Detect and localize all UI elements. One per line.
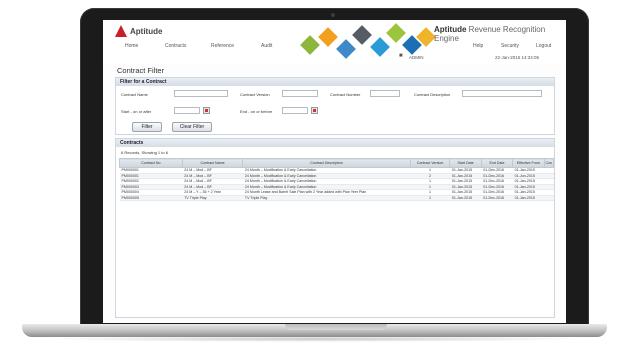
column-header[interactable]: Contract Name (181, 158, 244, 168)
page-title: Contract Filter (117, 66, 165, 75)
contracts-table: Contract No Contract Name Contract Descr… (119, 158, 554, 201)
table-cell: 01-Jan-2015 (512, 195, 544, 201)
start-calendar-icon[interactable] (203, 107, 210, 114)
user-bar: ■ ADMIN 22-Jan-2015 14:34:05 (103, 53, 566, 63)
app-header: Aptitude Aptitude Revenue Recognition En… (103, 20, 566, 64)
contract-version-label: Contract Version (240, 92, 270, 97)
user-icon: ■ (399, 53, 403, 59)
start-date-label: Start - on or after (121, 109, 152, 114)
nav-security[interactable]: Security (501, 43, 519, 49)
column-header[interactable]: Effective From (512, 158, 545, 168)
product-brand: Aptitude (434, 25, 467, 34)
logo[interactable]: Aptitude (115, 24, 162, 38)
column-header[interactable]: Contract Description (242, 158, 411, 168)
nav-audit[interactable]: Audit (261, 43, 272, 49)
table-row[interactable]: PM000004 24 M – Y – 36 + 2 Year 24 Month L… (119, 189, 554, 196)
records-count: 6 Records, Showing 1 to 6 (121, 150, 168, 155)
contract-version-input[interactable] (282, 90, 318, 97)
filter-panel: Filter for a Contract Contract Name Cont… (115, 77, 555, 135)
end-date-input[interactable] (282, 107, 308, 114)
contracts-panel-title: Contracts (116, 139, 554, 147)
aptitude-logo-icon (115, 25, 127, 37)
column-header[interactable]: Con (543, 158, 554, 168)
contract-number-label: Contract Number (330, 92, 361, 97)
table-cell: 1 (410, 195, 450, 201)
laptop-mockup: Aptitude Aptitude Revenue Recognition En… (0, 0, 627, 350)
contract-name-input[interactable] (174, 90, 228, 97)
table-row[interactable]: PM000005 TV Triple Play TV Triple Play 1 01-… (119, 195, 554, 201)
logo-text: Aptitude (130, 26, 163, 36)
column-header[interactable]: Contract No (119, 158, 183, 168)
table-cell: 01-Jan-2015 (449, 195, 482, 201)
cube-icon (386, 23, 406, 43)
table-cell (544, 195, 554, 201)
nav-help[interactable]: Help (473, 43, 483, 49)
filter-button[interactable]: Filter (132, 122, 162, 132)
contract-number-input[interactable] (370, 90, 400, 97)
table-header-row: Contract No Contract Name Contract Descr… (119, 158, 554, 168)
start-date-input[interactable] (174, 107, 200, 114)
table-body: PM000001 24 M – Mod – BF 24 Month – Modifi… (119, 167, 554, 201)
nav-reference[interactable]: Reference (211, 43, 234, 49)
contracts-panel: Contracts 6 Records, Showing 1 to 6 Cont… (115, 138, 555, 318)
end-calendar-icon[interactable] (311, 107, 318, 114)
contract-description-input[interactable] (462, 90, 542, 97)
contract-description-label: Contract Description (414, 92, 451, 97)
laptop-notch (285, 324, 387, 330)
camera-icon (331, 13, 335, 17)
end-date-label: End - on or before (240, 109, 273, 114)
clear-filter-button[interactable]: Clear Filter (172, 122, 212, 132)
column-header[interactable]: Contract Version (409, 158, 451, 168)
user-name: ADMIN (409, 55, 424, 60)
table-cell: TV Triple Play (242, 195, 411, 201)
nav-home[interactable]: Home (125, 43, 138, 49)
table-cell: 01-Dec-2016 (481, 195, 513, 201)
filter-panel-title: Filter for a Contract (116, 78, 554, 86)
column-header[interactable]: End Date (480, 158, 514, 168)
table-cell: PM000005 (119, 195, 183, 201)
screen: Aptitude Aptitude Revenue Recognition En… (103, 20, 566, 323)
column-header[interactable]: Start Date (449, 158, 482, 168)
nav-logout[interactable]: Logout (536, 43, 551, 49)
main-nav: Home Contracts Reference Audit Help Secu… (103, 41, 566, 52)
session-datetime: 22-Jan-2015 14:34:05 (495, 55, 540, 60)
nav-contracts[interactable]: Contracts (165, 43, 186, 49)
contract-name-label: Contract Name (121, 92, 148, 97)
table-cell: TV Triple Play (182, 195, 243, 201)
